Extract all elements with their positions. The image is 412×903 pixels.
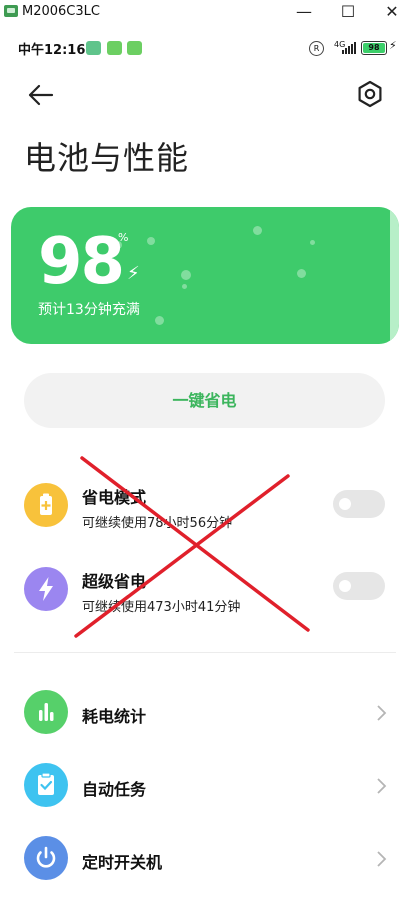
bubble-decoration	[310, 240, 315, 245]
bubble-decoration	[181, 270, 191, 280]
battery-percent: 98	[38, 225, 125, 299]
window-titlebar: M2006C3LC — ☐ ✕	[0, 0, 412, 26]
power-saving-mode-row[interactable]: 省电模式 可继续使用78小时56分钟	[0, 478, 412, 538]
power-saving-mode-toggle[interactable]	[333, 490, 385, 518]
bubble-decoration	[182, 284, 187, 289]
bubble-decoration	[147, 237, 155, 245]
ultra-power-saving-row[interactable]: 超级省电 可继续使用473小时41分钟	[0, 562, 412, 622]
window-title: M2006C3LC	[22, 4, 100, 19]
menu-item-scheduled-power[interactable]: 定时开关机	[0, 836, 412, 882]
page-title: 电池与性能	[24, 139, 190, 177]
chevron-right-icon	[377, 851, 387, 867]
battery-status-card: 98 % ⚡ 预计13分钟充满	[11, 207, 399, 344]
power-saving-mode-subtitle: 可继续使用78小时56分钟	[82, 516, 233, 531]
chevron-right-icon	[377, 778, 387, 794]
bubble-decoration	[253, 226, 262, 235]
percent-sign: %	[118, 231, 129, 244]
one-key-save-button[interactable]: 一键省电	[24, 373, 385, 428]
notification-icon	[107, 41, 122, 55]
power-icon	[24, 836, 68, 880]
minimize-button[interactable]: —	[290, 2, 318, 22]
back-arrow-icon[interactable]	[26, 80, 56, 110]
section-divider	[14, 652, 396, 653]
lightning-icon	[24, 567, 68, 611]
power-saving-mode-title: 省电模式	[82, 488, 147, 507]
bubble-decoration	[297, 269, 306, 278]
notification-icon	[86, 41, 101, 55]
menu-item-title: 耗电统计	[82, 707, 147, 726]
ultra-power-saving-title: 超级省电	[82, 572, 147, 591]
bar-chart-icon	[24, 690, 68, 734]
status-bar: 中午12:16 R 4G 98 ⚡	[0, 36, 412, 60]
notification-icon	[127, 41, 142, 55]
clipboard-check-icon	[24, 763, 68, 807]
charging-icon: ⚡	[389, 39, 397, 52]
menu-item-power-usage[interactable]: 耗电统计	[0, 690, 412, 736]
registered-icon: R	[309, 41, 324, 56]
app-icon	[4, 5, 18, 17]
close-button[interactable]: ✕	[378, 2, 406, 22]
ultra-power-saving-toggle[interactable]	[333, 572, 385, 600]
charging-bolt-icon: ⚡	[127, 263, 140, 284]
maximize-button[interactable]: ☐	[334, 2, 362, 22]
battery-saver-icon	[24, 483, 68, 527]
battery-icon: 98	[361, 41, 387, 55]
settings-gear-icon[interactable]	[356, 80, 384, 108]
signal-icon	[338, 40, 356, 54]
menu-item-title: 自动任务	[82, 780, 147, 799]
chevron-right-icon	[377, 705, 387, 721]
charge-estimate: 预计13分钟充满	[38, 302, 140, 318]
card-edge	[390, 207, 399, 344]
menu-item-auto-tasks[interactable]: 自动任务	[0, 763, 412, 809]
battery-level: 98	[363, 43, 385, 53]
bubble-decoration	[155, 316, 164, 325]
menu-item-title: 定时开关机	[82, 853, 163, 872]
status-time: 中午12:16	[18, 43, 86, 58]
ultra-power-saving-subtitle: 可继续使用473小时41分钟	[82, 600, 241, 615]
